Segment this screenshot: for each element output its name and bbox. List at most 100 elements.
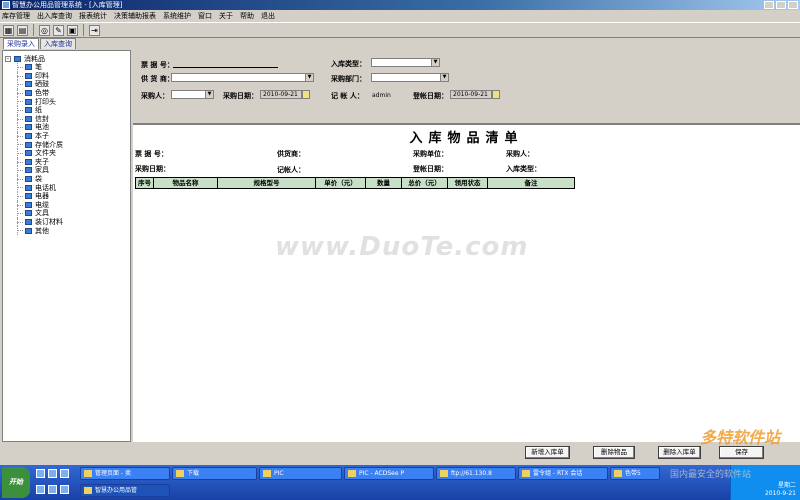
purchase-date-value: 2010-09-21 <box>263 91 298 98</box>
column-header[interactable]: 总价（元） <box>402 178 448 188</box>
grid-icon[interactable]: ▦ <box>3 24 14 36</box>
ticket-no-input[interactable] <box>173 60 278 68</box>
tree-list: 笔印料 硒鼓 色带 打印头纸信封 电池 本子 存储介质 文件夹 夹子 家具袋电话机 电器 电缆 文具 装订… <box>5 63 128 235</box>
close-button[interactable] <box>788 1 798 9</box>
supplier-select[interactable]: ▼ <box>171 73 314 82</box>
print-icon[interactable]: ▣ <box>67 24 78 36</box>
tree-root[interactable]: - 消耗品 <box>5 54 128 63</box>
book-icon <box>25 64 32 71</box>
taskbar-item[interactable]: 雷令组 - RTX 会话 <box>518 467 608 480</box>
collapse-icon[interactable]: - <box>5 55 11 62</box>
tree-item[interactable]: 硒鼓 <box>5 80 128 89</box>
menu-item[interactable]: 库存管理 <box>2 11 30 21</box>
buyer-select[interactable]: ▼ <box>171 90 214 99</box>
menu-item[interactable]: 系统维护 <box>163 11 191 21</box>
tab-entry-query[interactable]: 入库查询 <box>40 38 76 49</box>
tree-item[interactable]: 打印头 <box>5 97 128 106</box>
tree-item[interactable]: 纸 <box>5 105 128 115</box>
taskbar-item[interactable]: 下载 <box>172 467 257 480</box>
app-icon <box>2 1 10 9</box>
book-icon <box>25 201 32 208</box>
browser-icon[interactable] <box>48 469 57 478</box>
document-title: 入库物品清单 <box>409 131 524 146</box>
taskbar-item-active[interactable]: 智慧办公用品管 <box>80 484 170 497</box>
column-header[interactable]: 数量 <box>366 178 402 188</box>
tree-item[interactable]: 存储介质 <box>5 140 128 149</box>
tree-item[interactable]: 本子 <box>5 131 128 141</box>
taskbar-item[interactable]: 管理页面 - 卖 <box>80 467 170 480</box>
tree-item[interactable]: 电缆 <box>5 200 128 210</box>
messenger-icon[interactable] <box>48 485 57 494</box>
edit-icon[interactable]: ✎ <box>53 24 64 36</box>
book-icon <box>25 150 32 157</box>
purchase-date-field[interactable]: 2010-09-21 <box>260 90 310 99</box>
purchase-dept-select[interactable]: ▼ <box>371 73 449 82</box>
tree-item[interactable]: 家具 <box>5 166 128 175</box>
book-icon <box>25 158 32 165</box>
maximize-button[interactable] <box>776 1 786 9</box>
book-icon <box>25 115 32 122</box>
start-button[interactable]: 开始 <box>2 467 30 498</box>
tree-item[interactable]: 信封 <box>5 114 128 124</box>
tree-item[interactable]: 袋 <box>5 174 128 184</box>
column-header[interactable]: 领用状态 <box>448 178 488 188</box>
entry-type-select[interactable]: ▼ <box>371 58 440 67</box>
media-icon[interactable] <box>60 469 69 478</box>
taskbar-item[interactable]: PIC <box>259 467 342 480</box>
taskbar-item[interactable]: ftp://61.130.8 <box>436 467 516 480</box>
tree-item[interactable]: 其他 <box>5 226 128 235</box>
column-header[interactable]: 物品名称 <box>154 178 218 188</box>
tree-item[interactable]: 夹子 <box>5 157 128 167</box>
new-entry-button[interactable]: 新增入库单 <box>525 446 570 459</box>
clock-day: 星期二 <box>777 482 796 489</box>
toolbar: ▦ ▤ ◎ ✎ ▣ ⇥ <box>0 22 800 38</box>
menu-item[interactable]: 出入库查询 <box>37 11 72 21</box>
tree-item[interactable]: 文件夹 <box>5 148 128 158</box>
desktop-icon[interactable] <box>36 469 45 478</box>
book-icon <box>25 133 32 140</box>
exit-icon[interactable]: ⇥ <box>89 24 100 36</box>
book-icon <box>25 193 32 200</box>
tree-item[interactable]: 笔 <box>5 63 128 72</box>
post-date-label: 登帐日期： <box>413 92 448 100</box>
tree-item[interactable]: 电器 <box>5 191 128 201</box>
menu-item[interactable]: 窗口 <box>198 11 212 21</box>
delete-entry-button[interactable]: 删除入库单 <box>658 446 701 459</box>
tree-item[interactable]: 色带 <box>5 88 128 98</box>
book-icon <box>25 98 32 105</box>
taskbar-item[interactable]: 色带5 <box>610 467 660 480</box>
column-header[interactable]: 单价（元） <box>316 178 366 188</box>
tree-item[interactable]: 装订材料 <box>5 217 128 227</box>
taskbar-item[interactable]: PIC - ACDSee P <box>344 467 434 480</box>
chevron-down-icon: ▼ <box>440 74 448 81</box>
app-icon[interactable] <box>60 485 69 494</box>
menu-item[interactable]: 报表统计 <box>79 11 107 21</box>
book-icon <box>25 72 32 79</box>
folder-icon[interactable] <box>36 485 45 494</box>
menu-item[interactable]: 关于 <box>219 11 233 21</box>
column-header[interactable]: 规格型号 <box>218 178 316 188</box>
column-header[interactable]: 备注 <box>488 178 574 188</box>
menu-item[interactable]: 决策辅助报表 <box>114 11 156 21</box>
tree-item[interactable]: 电池 <box>5 123 128 132</box>
book-icon <box>25 81 32 88</box>
clock-date: 2010-9-21 <box>764 490 796 497</box>
calendar-icon[interactable] <box>302 90 310 99</box>
post-date-field[interactable]: 2010-09-21 <box>450 90 500 99</box>
tab-bar: 采购录入 入库查询 <box>0 38 800 50</box>
tree-item[interactable]: 印料 <box>5 71 128 81</box>
tree-item[interactable]: 文具 <box>5 209 128 218</box>
menu-item[interactable]: 帮助 <box>240 11 254 21</box>
menu-bar: 库存管理 出入库查询 报表统计 决策辅助报表 系统维护 窗口 关于 帮助 退出 <box>0 10 800 22</box>
doc-entry-type-label: 入库类型： <box>506 165 541 173</box>
calendar-icon[interactable] <box>492 90 500 99</box>
minimize-button[interactable] <box>764 1 774 9</box>
column-header[interactable]: 序号 <box>136 178 154 188</box>
tab-purchase-entry[interactable]: 采购录入 <box>3 38 39 49</box>
delete-item-button[interactable]: 删除物品 <box>593 446 635 459</box>
tree-item[interactable]: 电话机 <box>5 183 128 192</box>
table-icon[interactable]: ▤ <box>17 24 28 36</box>
settings-icon[interactable]: ◎ <box>39 24 50 36</box>
menu-item[interactable]: 退出 <box>261 11 275 21</box>
doc-supplier-label: 供货商： <box>277 150 305 158</box>
